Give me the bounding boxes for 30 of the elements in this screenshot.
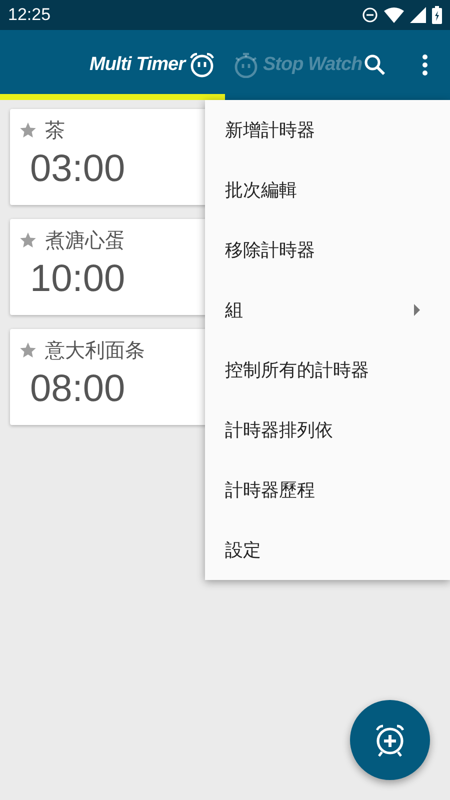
status-time: 12:25 <box>8 4 51 26</box>
do-not-disturb-icon <box>362 7 378 23</box>
menu-item[interactable]: 新增計時器 <box>205 100 450 160</box>
submenu-arrow-icon <box>414 304 420 316</box>
menu-item[interactable]: 組 <box>205 280 450 340</box>
more-options-icon[interactable] <box>420 54 430 76</box>
add-timer-button[interactable] <box>350 700 430 780</box>
menu-item[interactable]: 控制所有的計時器 <box>205 340 450 400</box>
menu-item[interactable]: 移除計時器 <box>205 220 450 280</box>
alarm-clock-plus-icon <box>373 723 407 757</box>
wifi-icon <box>384 7 404 23</box>
signal-icon <box>410 7 426 23</box>
tab[interactable]: Multi Timer <box>0 30 225 100</box>
timer-time: 10:00 <box>30 257 126 302</box>
menu-item[interactable]: 計時器歷程 <box>205 460 450 520</box>
search-icon[interactable] <box>363 53 387 77</box>
star-icon[interactable] <box>19 121 37 139</box>
stopwatch-face-icon <box>233 52 259 78</box>
menu-item[interactable]: 設定 <box>205 520 450 580</box>
menu-item[interactable]: 計時器排列依 <box>205 400 450 460</box>
timer-name: 煮溏心蛋 <box>45 227 125 254</box>
timer-time: 03:00 <box>30 147 126 192</box>
alarm-clock-face-icon <box>189 52 215 78</box>
star-icon[interactable] <box>19 231 37 249</box>
star-icon[interactable] <box>19 341 37 359</box>
menu-item[interactable]: 批次編輯 <box>205 160 450 220</box>
battery-icon <box>432 6 442 24</box>
timer-time: 08:00 <box>30 367 126 412</box>
timer-name: 意大利面条 <box>45 337 145 364</box>
timer-name: 茶 <box>45 117 65 144</box>
